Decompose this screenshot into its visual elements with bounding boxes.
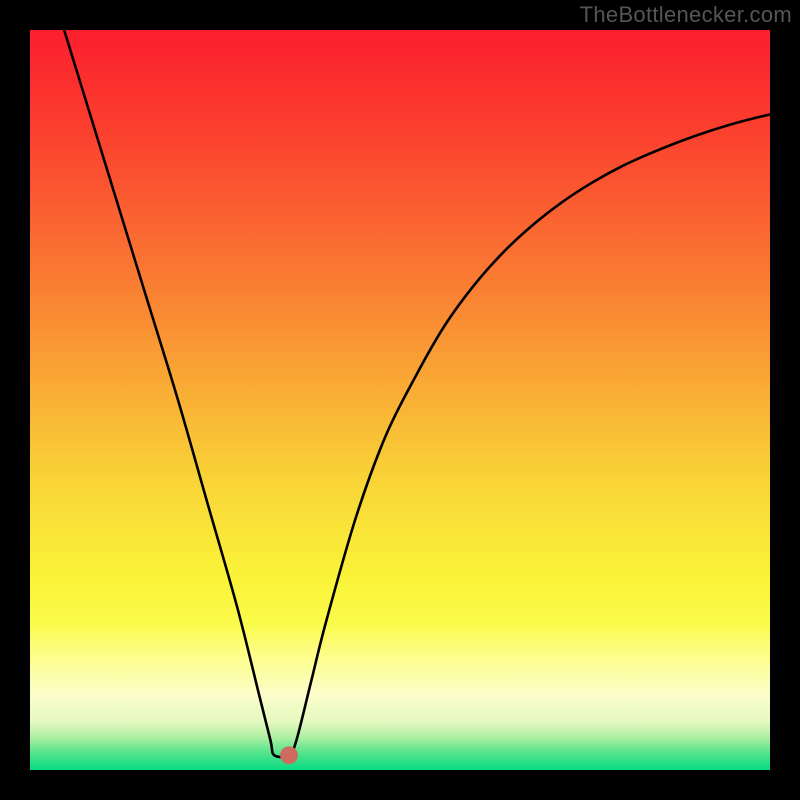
watermark-text: TheBottlenecker.com	[580, 2, 792, 28]
chart-svg	[30, 30, 770, 770]
plot-area	[30, 30, 770, 770]
gradient-background	[30, 30, 770, 770]
chart-frame: TheBottlenecker.com	[0, 0, 800, 800]
optimum-marker	[280, 746, 298, 764]
